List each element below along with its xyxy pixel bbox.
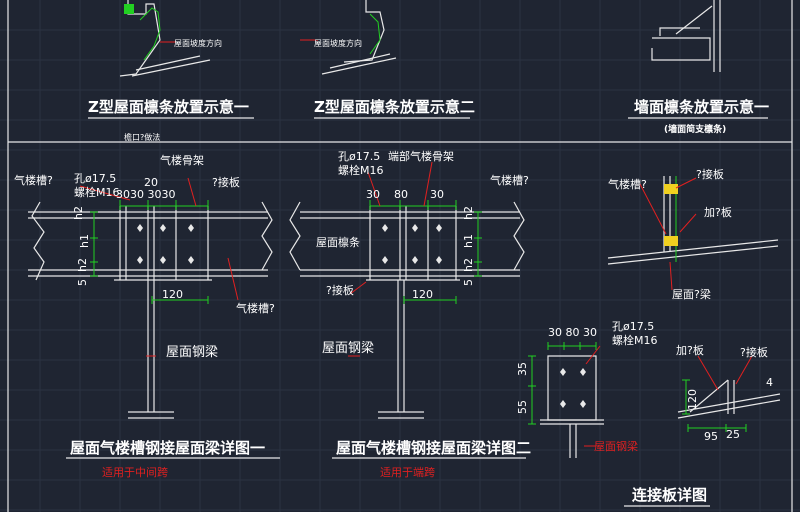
d1-connection-plate: ?接板 — [212, 175, 240, 189]
z-purlin-sketch-1: 屋面坡度方向 — [119, 0, 222, 77]
d1-h2-bottom: h2 — [76, 258, 89, 272]
d2-connection-plate: ?接板 — [326, 283, 354, 297]
d1-bolt-hole: 孔ø17.5 — [74, 172, 116, 185]
title-detail-2: 屋面气楼槽钢接屋面梁详图二 — [336, 439, 531, 457]
title-wall-purlin: 墙面檩条放置示意一 — [634, 98, 769, 116]
d2-dim-80: 80 — [394, 188, 408, 201]
d2-roof-beam: 屋面钢梁 — [322, 341, 374, 356]
plate-bolt: 螺栓M16 — [612, 333, 658, 347]
d1-roof-beam: 屋面钢梁 — [166, 345, 218, 360]
slope-direction-label-2: 屋面坡度方向 — [314, 38, 362, 48]
d1-dim-spacing: 3030 3030 — [116, 188, 176, 201]
plate-detail-drawing — [528, 342, 781, 458]
plate-dim-25: 25 — [726, 428, 740, 441]
plate-roof-beam: 屋面钢梁 — [594, 439, 638, 453]
title-z-purlin-2: Z型屋面檩条放置示意二 — [314, 98, 475, 116]
wall-roof-beam: 屋面?梁 — [672, 287, 711, 301]
d1-dim-5: 5 — [76, 279, 89, 286]
wall-connection-plate: ?接板 — [696, 167, 724, 181]
wall-vent-channel: 气楼槽? — [608, 177, 647, 191]
slope-direction-label-1: 屋面坡度方向 — [174, 38, 222, 48]
d1-vent-channel-right: 气楼槽? — [236, 301, 275, 315]
d2-h1: h1 — [462, 234, 475, 248]
detail-2-note: 适用于端跨 — [380, 466, 435, 479]
wall-detail-drawing — [607, 176, 779, 291]
d2-bolt-hole: 孔ø17.5 — [338, 150, 380, 163]
z-purlin-sketch-2: 屋面坡度方向 — [300, 0, 397, 75]
plate-stiffener: 加?板 — [676, 343, 704, 357]
d2-dim-120: 120 — [412, 288, 433, 301]
plate-dim-55: 55 — [516, 400, 529, 414]
d2-h2-bottom: h2 — [462, 258, 475, 272]
d1-bolt: 螺栓M16 — [74, 185, 120, 199]
d2-h2: h2 — [462, 206, 475, 220]
plate-bolt-hole: 孔ø17.5 — [612, 320, 654, 333]
d1-h2: h2 — [72, 206, 85, 220]
d2-dim-5: 5 — [462, 279, 475, 286]
plate-dim-4: 4 — [766, 376, 773, 389]
title-plate-detail: 连接板详图 — [632, 486, 707, 504]
d1-vent-frame: 气楼骨架 — [160, 153, 204, 167]
plate-dim-35: 35 — [516, 362, 529, 376]
plate-dim-120: 120 — [686, 389, 699, 410]
eave-note: 檐口?做法 — [124, 132, 160, 142]
d1-dim-120: 120 — [162, 288, 183, 301]
detail-1-drawing — [28, 177, 273, 419]
d2-dim-30: 30 — [366, 188, 380, 201]
d2-vent-channel: 气楼槽? — [490, 173, 529, 187]
cad-drawing: 屋面坡度方向 屋面坡度方向 Z型屋面檩条放置示意一 Z型屋面檩条放置示意二 墙面… — [0, 0, 800, 512]
plate-connection-plate: ?接板 — [740, 345, 768, 359]
d1-h1: h1 — [78, 234, 91, 248]
title-z-purlin-1: Z型屋面檩条放置示意一 — [88, 98, 249, 116]
d1-vent-channel-left: 气楼槽? — [14, 173, 53, 187]
d2-roof-purlin: 屋面檩条 — [316, 235, 360, 249]
d2-dim-30b: 30 — [430, 188, 444, 201]
d2-end-vent-frame: 端部气楼骨架 — [388, 149, 454, 163]
d2-bolt: 螺栓M16 — [338, 163, 384, 177]
wall-purlin-subtitle: (墙面简支檩条) — [664, 123, 726, 135]
wall-purlin-sketch — [651, 0, 721, 72]
plate-dims-top: 30 80 30 — [548, 326, 597, 339]
detail-1-note: 适用于中间跨 — [102, 466, 168, 479]
wall-stiffener: 加?板 — [704, 205, 732, 219]
title-detail-1: 屋面气楼槽钢接屋面梁详图一 — [70, 439, 265, 457]
plate-dim-95: 95 — [704, 430, 718, 443]
